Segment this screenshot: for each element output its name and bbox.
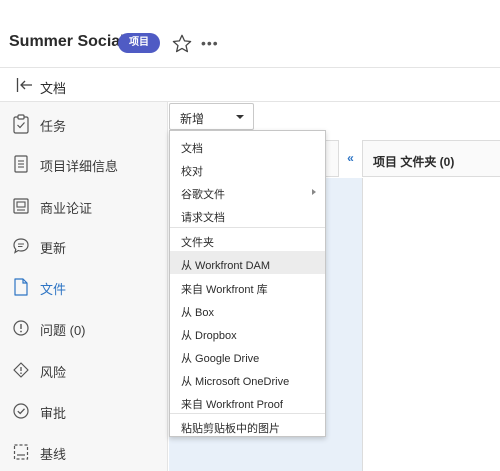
more-options-icon[interactable]: ••• (201, 35, 219, 51)
sidebar-item-label: 更新 (40, 241, 67, 256)
add-new-dropdown-menu: 文档 校对 谷歌文件 请求文档 文件夹 从 Workfront DAM 来自 W… (169, 130, 326, 437)
risk-icon (13, 362, 29, 378)
project-badge: 项目 (118, 33, 160, 53)
issue-icon (13, 320, 29, 336)
collapse-panel-icon[interactable] (16, 77, 34, 93)
sidebar-item-baselines[interactable]: 基线 (0, 432, 168, 471)
sidebar-item-tasks[interactable]: 任务 (0, 104, 168, 144)
sidebar: 任务 项目详细信息 商业论证 更新 文件 问题 (0) 风险 审批 基线 (0, 102, 168, 471)
menu-item-from-workfront-library[interactable]: 来自 Workfront 库 (170, 275, 325, 298)
project-header: Summer Social 项目 ••• (0, 0, 500, 68)
sidebar-item-approvals[interactable]: 审批 (0, 391, 168, 431)
sidebar-item-label: 风险 (40, 365, 67, 380)
menu-item-proof[interactable]: 校对 (170, 157, 325, 180)
menu-item-from-google-drive[interactable]: 从 Google Drive (170, 344, 325, 367)
add-new-button[interactable]: 新增 (169, 103, 254, 130)
business-case-icon (13, 198, 29, 214)
approval-check-icon (13, 403, 29, 419)
baseline-icon (13, 444, 29, 460)
chat-bubble-icon (13, 238, 29, 254)
sidebar-item-issues[interactable]: 问题 (0) (0, 308, 168, 348)
sidebar-item-project-details[interactable]: 项目详细信息 (0, 144, 168, 184)
menu-item-request-document[interactable]: 请求文档 (170, 203, 325, 226)
menu-item-google-file[interactable]: 谷歌文件 (170, 180, 325, 203)
sidebar-item-risks[interactable]: 风险 (0, 350, 168, 390)
task-checklist-icon (13, 114, 29, 134)
sidebar-item-label: 任务 (40, 119, 67, 134)
star-icon[interactable] (171, 33, 193, 55)
collapse-folders-button[interactable]: « (338, 140, 363, 177)
sidebar-item-label: 问题 (0) (40, 323, 86, 338)
sidebar-item-business-case[interactable]: 商业论证 (0, 186, 168, 226)
sidebar-item-label: 审批 (40, 406, 67, 421)
menu-item-paste-clipboard-image[interactable]: 粘贴剪贴板中的图片 (170, 414, 325, 437)
menu-item-folder[interactable]: 文件夹 (170, 228, 325, 251)
add-new-label: 新增 (180, 112, 205, 126)
menu-item-document[interactable]: 文档 (170, 134, 325, 157)
page-title: Summer Social (9, 33, 125, 50)
menu-item-from-onedrive[interactable]: 从 Microsoft OneDrive (170, 367, 325, 390)
sidebar-item-label: 商业论证 (40, 201, 93, 216)
breadcrumb: 文档 (0, 68, 500, 102)
menu-item-from-dropbox[interactable]: 从 Dropbox (170, 321, 325, 344)
file-icon (14, 278, 28, 296)
document-icon (14, 155, 28, 173)
sidebar-item-label: 文件 (40, 282, 67, 297)
menu-item-from-workfront-dam[interactable]: 从 Workfront DAM (170, 251, 325, 274)
menu-item-from-box[interactable]: 从 Box (170, 298, 325, 321)
submenu-arrow-icon (312, 189, 316, 195)
sidebar-item-label: 基线 (40, 447, 67, 462)
menu-item-from-workfront-proof[interactable]: 来自 Workfront Proof (170, 390, 325, 413)
sidebar-item-label: 项目详细信息 (40, 159, 119, 174)
sidebar-item-files[interactable]: 文件 (0, 267, 168, 307)
breadcrumb-label: 文档 (40, 81, 67, 96)
sidebar-item-updates[interactable]: 更新 (0, 226, 168, 266)
chevron-down-icon (236, 115, 244, 119)
project-folders-title: 项目 文件夹 (0) (373, 155, 455, 169)
